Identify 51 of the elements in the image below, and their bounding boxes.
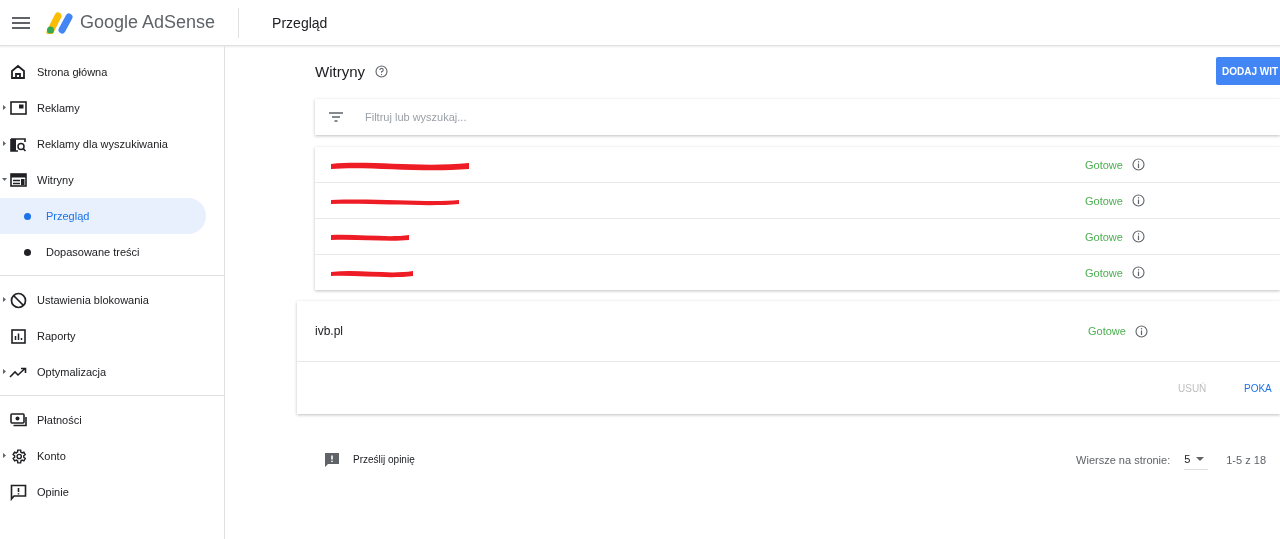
site-name: ivb.pl [315, 324, 344, 338]
feedback-link[interactable]: Prześlij opinię [353, 454, 415, 465]
logo-text: Google AdSense [80, 12, 216, 33]
page-range: 1-5 z 18 [1226, 453, 1266, 466]
rows-per-page-dropdown[interactable]: 5 [1184, 449, 1209, 470]
sidebar-item[interactable]: Konto [0, 438, 206, 474]
money-icon [9, 413, 27, 427]
bar-chart-icon [10, 328, 26, 344]
status-label: Gotowe [1085, 158, 1123, 171]
logo-icon [46, 11, 74, 34]
status-label: Gotowe [1085, 266, 1123, 279]
status-label: Gotowe [1085, 230, 1123, 243]
sidebar-item[interactable]: Reklamy [0, 90, 206, 126]
bullet-icon [24, 212, 31, 220]
status-label: Gotowe [1085, 194, 1123, 207]
info-icon[interactable] [1134, 324, 1148, 338]
filter-icon [329, 112, 343, 122]
info-icon[interactable] [1131, 158, 1145, 171]
rows-per-page-label: Wiersze na stronie: [1076, 453, 1171, 466]
help-icon[interactable] [375, 64, 388, 78]
add-site-button[interactable]: DODAJ WIT [1216, 57, 1280, 85]
feedback-icon [9, 483, 27, 501]
status-label: Gotowe [1088, 325, 1126, 337]
page-title: Przegląd [272, 14, 328, 31]
sidebar-item[interactable]: Raporty [0, 318, 206, 354]
sidebar-item[interactable]: Opinie [0, 474, 206, 510]
block-icon [9, 291, 27, 309]
sidebar-item[interactable]: Ustawienia blokowania [0, 282, 206, 318]
info-icon[interactable] [1131, 230, 1145, 243]
trending-up-icon [9, 366, 27, 378]
bullet-icon [24, 248, 31, 256]
section-title: Witryny [315, 62, 365, 80]
window-icon [9, 101, 27, 115]
sidebar-item[interactable]: Przegląd [0, 198, 206, 234]
action-button[interactable]: POKA [1228, 382, 1280, 394]
sidebar-item[interactable]: Dopasowane treści [0, 234, 206, 270]
sidebar-item[interactable]: Płatności [0, 402, 206, 438]
sidebar-item[interactable]: Strona główna [0, 54, 206, 90]
settings-icon [9, 447, 27, 465]
home-icon [10, 64, 26, 80]
web-page-icon [9, 173, 27, 187]
info-icon[interactable] [1131, 266, 1145, 279]
search-field[interactable]: Filtruj lub wyszukaj... [315, 99, 1280, 135]
sidebar-item[interactable]: Witryny [0, 162, 206, 198]
menu-icon[interactable] [10, 14, 32, 31]
feedback-icon[interactable] [324, 451, 340, 468]
sidebar-item[interactable]: Optymalizacja [0, 354, 206, 390]
sidebar-item[interactable]: Reklamy dla wyszukiwania [0, 126, 206, 162]
caret-icon [1196, 457, 1205, 461]
search-window-icon [9, 136, 27, 152]
info-icon[interactable] [1131, 194, 1145, 207]
